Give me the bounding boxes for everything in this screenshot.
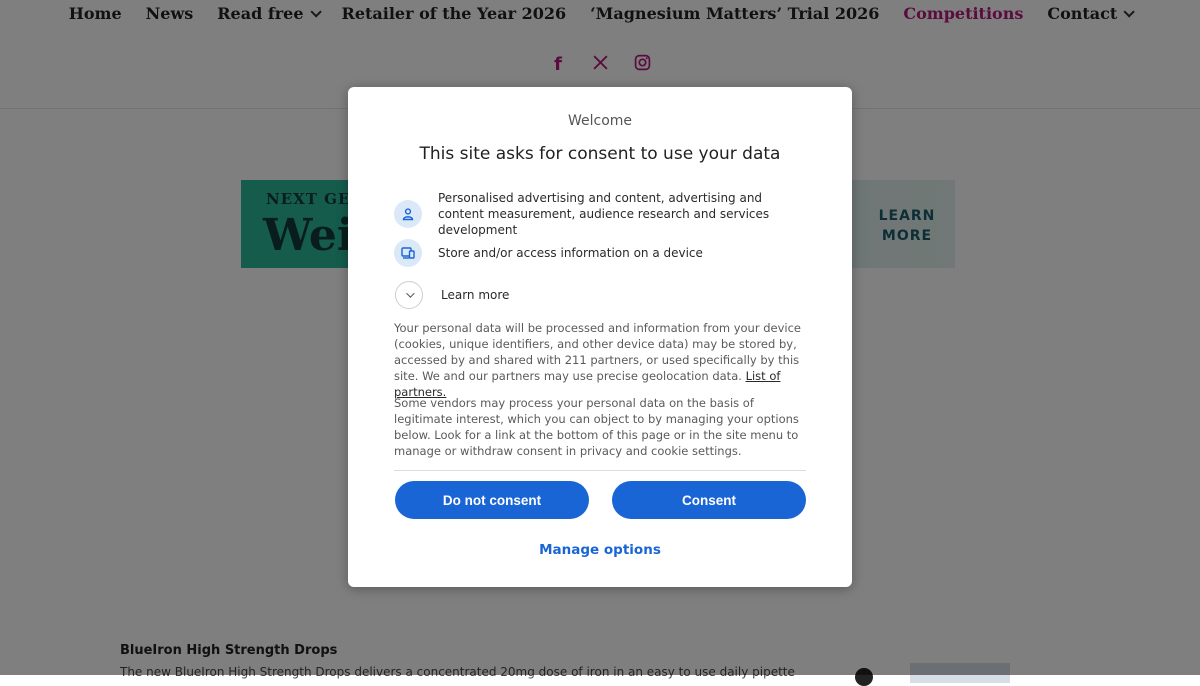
- consent-dialog: Welcome This site asks for consent to us…: [348, 87, 852, 587]
- purpose-personalised-ads: Personalised advertising and content, ad…: [394, 190, 798, 238]
- learn-more-label[interactable]: Learn more: [441, 287, 801, 303]
- purpose-text: Personalised advertising and content, ad…: [438, 191, 770, 237]
- chevron-down-icon[interactable]: [395, 281, 423, 309]
- notice-text: Your personal data will be processed and…: [394, 321, 802, 383]
- person-icon: [394, 200, 422, 228]
- purpose-store-access: Store and/or access information on a dev…: [394, 239, 798, 267]
- manage-options-link[interactable]: Manage options: [348, 542, 852, 558]
- dialog-welcome: Welcome: [567, 113, 633, 129]
- consent-button[interactable]: Consent: [612, 481, 806, 519]
- device-icon: [394, 239, 422, 267]
- learn-more-toggle[interactable]: Learn more: [395, 281, 801, 309]
- data-processing-notice: Your personal data will be processed and…: [394, 320, 806, 400]
- dialog-title: This site asks for consent to use your d…: [419, 144, 781, 164]
- purpose-text: Store and/or access information on a dev…: [438, 246, 703, 260]
- divider: [394, 470, 806, 471]
- do-not-consent-button[interactable]: Do not consent: [395, 481, 589, 519]
- legitimate-interest-notice: Some vendors may process your personal d…: [394, 396, 799, 458]
